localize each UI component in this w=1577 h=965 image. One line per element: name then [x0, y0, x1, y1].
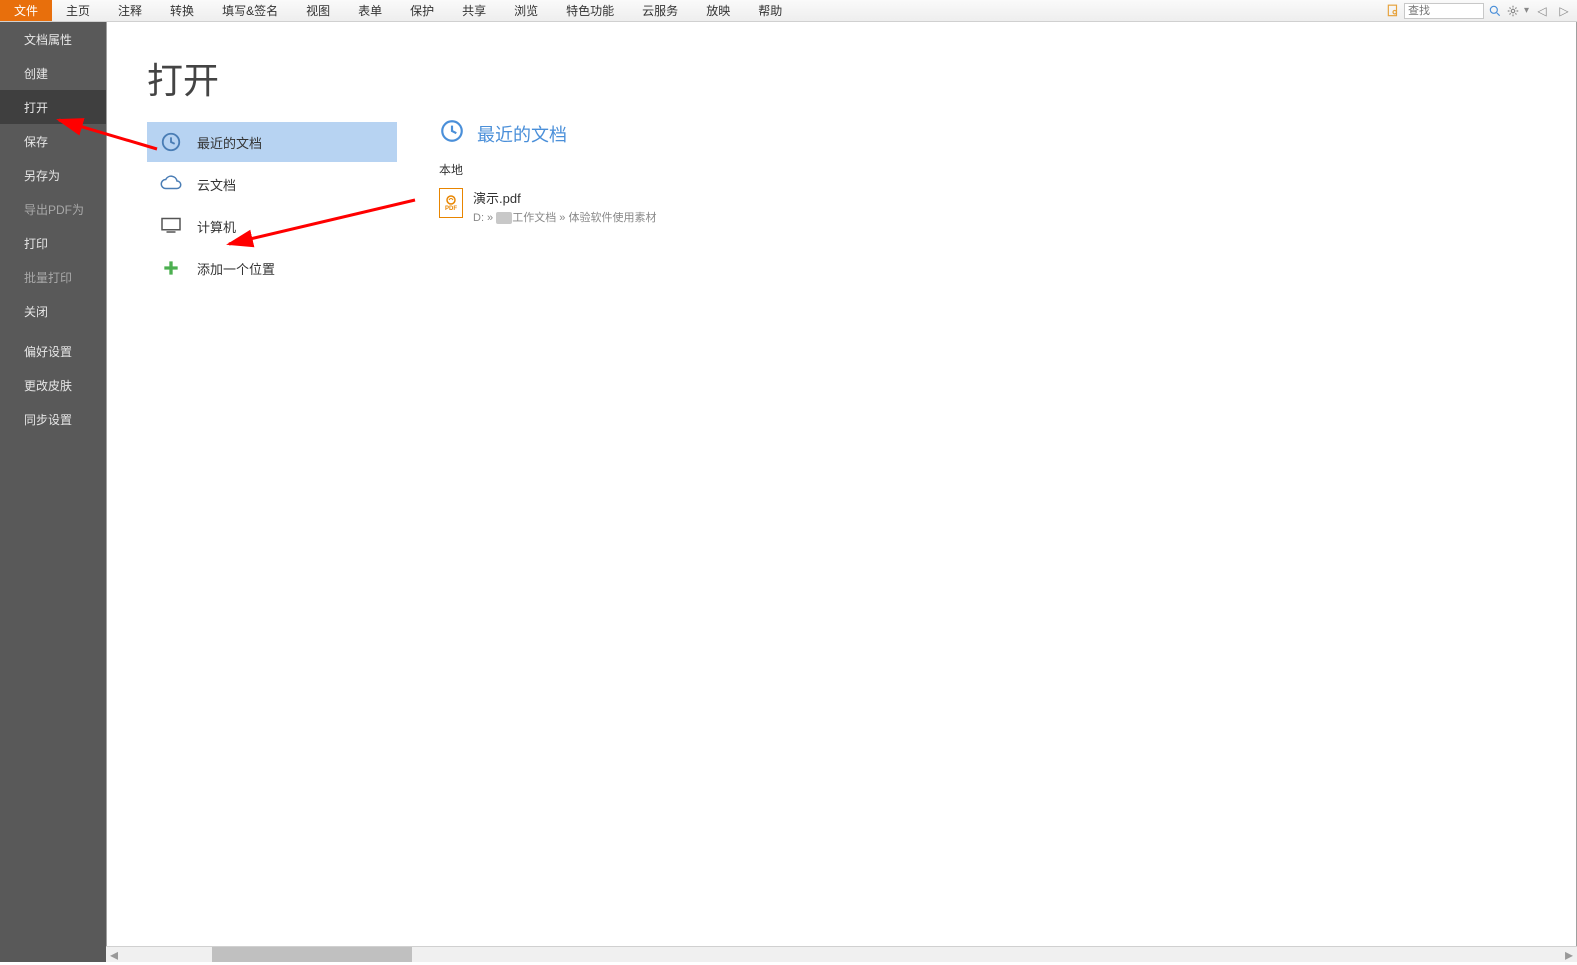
- sidebar-item-save-as[interactable]: 另存为: [0, 158, 106, 192]
- location-recent[interactable]: 最近的文档: [147, 122, 397, 162]
- menu-tab-features[interactable]: 特色功能: [552, 0, 628, 21]
- clock-icon: [159, 130, 183, 154]
- scroll-left-icon[interactable]: ◂: [106, 947, 122, 963]
- menu-tab-share[interactable]: 共享: [448, 0, 500, 21]
- clock-icon: [439, 118, 465, 149]
- menu-tab-fill-sign[interactable]: 填写&签名: [208, 0, 292, 21]
- menu-tab-cloud[interactable]: 云服务: [628, 0, 692, 21]
- file-name: 演示.pdf: [473, 188, 656, 207]
- sidebar-item-create[interactable]: 创建: [0, 56, 106, 90]
- sidebar-item-export-pdf: 导出PDF为: [0, 192, 106, 226]
- sidebar-item-properties[interactable]: 文档属性: [0, 22, 106, 56]
- location-add[interactable]: 添加一个位置: [147, 248, 397, 288]
- sidebar-item-skin[interactable]: 更改皮肤: [0, 368, 106, 402]
- recent-header-label: 最近的文档: [477, 121, 567, 147]
- menu-tab-comment[interactable]: 注释: [104, 0, 156, 21]
- location-cloud[interactable]: 云文档: [147, 164, 397, 204]
- sidebar-item-save[interactable]: 保存: [0, 124, 106, 158]
- sidebar-item-print[interactable]: 打印: [0, 226, 106, 260]
- computer-icon: [159, 214, 183, 238]
- recent-header: 最近的文档: [439, 118, 1556, 149]
- menu-tab-browse[interactable]: 浏览: [500, 0, 552, 21]
- menu-tab-view[interactable]: 视图: [292, 0, 344, 21]
- location-label: 最近的文档: [197, 133, 262, 152]
- scroll-right-icon[interactable]: ▸: [1561, 947, 1577, 963]
- open-locations-list: 最近的文档 云文档 计算机 添加一个位置: [147, 122, 397, 288]
- sidebar-item-preferences[interactable]: 偏好设置: [0, 334, 106, 368]
- search-area: ▾ ◁ ▷: [1386, 0, 1577, 21]
- menu-tab-convert[interactable]: 转换: [156, 0, 208, 21]
- nav-next-icon[interactable]: ▷: [1555, 4, 1573, 18]
- menu-tab-form[interactable]: 表单: [344, 0, 396, 21]
- file-path: D: » 工作文档 » 体验软件使用素材: [473, 209, 656, 225]
- gear-icon[interactable]: [1506, 4, 1520, 18]
- file-sidebar: 文档属性 创建 打开 保存 另存为 导出PDF为 打印 批量打印 关闭 偏好设置…: [0, 22, 106, 962]
- menu-tab-protect[interactable]: 保护: [396, 0, 448, 21]
- open-panel: 打开 最近的文档 云文档 计算机 添加一个位置: [106, 22, 1577, 962]
- menu-tab-home[interactable]: 主页: [52, 0, 104, 21]
- sidebar-item-batch-print: 批量打印: [0, 260, 106, 294]
- location-label: 计算机: [197, 217, 236, 236]
- recent-section-label: 本地: [439, 161, 1556, 178]
- location-label: 云文档: [197, 175, 236, 194]
- nav-prev-icon[interactable]: ◁: [1533, 4, 1551, 18]
- cloud-icon: [159, 172, 183, 196]
- page-title: 打开: [147, 52, 219, 104]
- horizontal-scrollbar[interactable]: ◂ ▸: [106, 946, 1577, 962]
- find-page-icon[interactable]: [1386, 4, 1400, 18]
- scrollbar-thumb[interactable]: [212, 947, 412, 962]
- location-label: 添加一个位置: [197, 259, 275, 278]
- top-menu-bar: 文件 主页 注释 转换 填写&签名 视图 表单 保护 共享 浏览 特色功能 云服…: [0, 0, 1577, 22]
- recent-file-item[interactable]: PDF 演示.pdf D: » 工作文档 » 体验软件使用素材: [439, 184, 1556, 229]
- plus-icon: [159, 256, 183, 280]
- sidebar-item-open[interactable]: 打开: [0, 90, 106, 124]
- sidebar-item-close[interactable]: 关闭: [0, 294, 106, 328]
- search-input[interactable]: [1404, 3, 1484, 19]
- search-icon[interactable]: [1488, 4, 1502, 18]
- menu-tab-file[interactable]: 文件: [0, 0, 52, 21]
- sidebar-item-sync[interactable]: 同步设置: [0, 402, 106, 436]
- menu-tab-help[interactable]: 帮助: [744, 0, 796, 21]
- location-computer[interactable]: 计算机: [147, 206, 397, 246]
- pdf-file-icon: PDF: [439, 188, 463, 218]
- recent-documents-area: 最近的文档 本地 PDF 演示.pdf D: » 工作文档 » 体验软件使用素材: [439, 118, 1556, 229]
- menu-tab-play[interactable]: 放映: [692, 0, 744, 21]
